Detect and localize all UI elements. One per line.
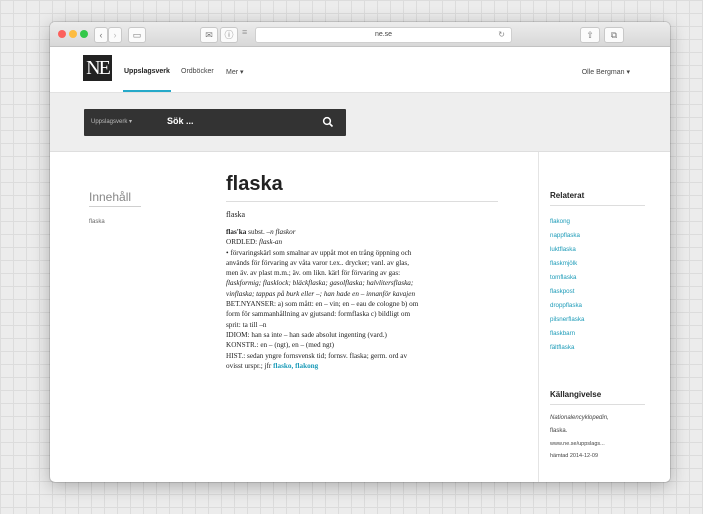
- hist-line: HIST.: sedan yngre fornsvensk tid; forns…: [226, 351, 408, 360]
- user-menu[interactable]: Olle Bergman ▾: [582, 68, 630, 76]
- ne-logo[interactable]: NE: [83, 55, 112, 81]
- info-button[interactable]: ⓘ: [220, 27, 238, 43]
- toc-title: Innehåll: [89, 190, 132, 204]
- definition-line: men äv. av plast m.m.; äv. om likn. kärl…: [226, 269, 401, 278]
- nyanser-line: sprit: ta till –n: [226, 320, 267, 329]
- page-title: flaska: [226, 173, 283, 195]
- search-band: Uppslagsverk ▾ Sök ...: [50, 93, 670, 152]
- nyanser-line: form för sammanhållning av gjutsand: for…: [226, 310, 411, 319]
- nav-ordbocker[interactable]: Ordböcker: [181, 68, 214, 75]
- entry-body: flas'ka subst. –n flaskor ORDLED: flask-…: [226, 227, 502, 371]
- source-line: hämtad 2014-12-09: [550, 453, 599, 459]
- related-item[interactable]: flaskbarn: [550, 327, 584, 341]
- browser-window: ‹ › ▭ ✉ ⓘ ≡ ne.se ↻ ⇧ ⧉ NE Uppslagsverk …: [50, 22, 670, 482]
- tabs-button[interactable]: ⧉: [604, 27, 624, 43]
- close-window-button[interactable]: [58, 30, 66, 38]
- examples-line: vinflaska; tappas på burk eller –; han h…: [226, 289, 416, 298]
- related-item[interactable]: luktflaska: [550, 243, 584, 257]
- nyanser-line: BET.NYANSER: a) som mått: en – vin; en –…: [226, 300, 419, 309]
- entry-forms: n flaskor: [270, 228, 296, 236]
- search-icon[interactable]: [322, 116, 334, 128]
- forward-button[interactable]: ›: [108, 27, 122, 43]
- reload-icon[interactable]: ↻: [498, 28, 505, 42]
- back-button[interactable]: ‹: [94, 27, 108, 43]
- sidebar-icon: ▭: [132, 30, 142, 40]
- source-divider: [550, 404, 645, 405]
- lemma: flaska: [226, 210, 246, 219]
- toc-divider: [89, 206, 141, 207]
- entry-pos: subst. –: [246, 228, 271, 236]
- examples-line: flaskformig; flasklock; bläckflaska; gas…: [226, 279, 414, 288]
- source-line: Nationalencyklopedin,: [550, 415, 609, 421]
- share-icon: ⇧: [586, 30, 594, 40]
- entry-head: flas'ka: [226, 228, 247, 236]
- mail-icon: ✉: [205, 30, 213, 40]
- zoom-window-button[interactable]: [80, 30, 88, 38]
- site-header: NE Uppslagsverk Ordböcker Mer ▾ Olle Ber…: [50, 47, 670, 93]
- related-divider: [550, 205, 645, 206]
- konstr-line: KONSTR.: en – (ngt), en – (med ngt): [226, 341, 334, 350]
- sidebar-toggle-button[interactable]: ▭: [128, 27, 146, 43]
- link-flakong[interactable]: flakong: [295, 362, 318, 370]
- entry-head-line: flas'ka subst. –n flaskor: [226, 227, 502, 237]
- forward-icon: ›: [113, 30, 117, 40]
- related-title: Relaterat: [550, 191, 585, 200]
- definition-line: används för förvaring av våta varor t.ex…: [226, 258, 410, 267]
- right-sidebar: Relaterat flakong nappflaska luktflaska …: [538, 152, 670, 482]
- source-line: www.ne.se/uppslags...: [550, 441, 605, 447]
- mail-button[interactable]: ✉: [200, 27, 218, 43]
- minimize-window-button[interactable]: [69, 30, 77, 38]
- article: flaska flaska flas'ka subst. –n flaskor …: [226, 172, 502, 371]
- related-list: flakong nappflaska luktflaska flaskmjölk…: [550, 215, 584, 355]
- ordled-value: flask-an: [258, 238, 283, 247]
- source-line: flaska.: [550, 428, 568, 434]
- nav-mer[interactable]: Mer ▾: [226, 68, 244, 76]
- toc-item-flaska[interactable]: flaska: [89, 219, 105, 225]
- url-text: ne.se: [374, 31, 393, 38]
- source-title: Källangivelse: [550, 390, 602, 399]
- info-icon: ⓘ: [224, 30, 234, 40]
- related-item[interactable]: flaskpost: [550, 285, 584, 299]
- share-button[interactable]: ⇧: [580, 27, 600, 43]
- ordled-label: ORDLED:: [226, 238, 259, 247]
- related-item[interactable]: flaskmjölk: [550, 257, 584, 271]
- hist-line: ovisst urspr.; jfr flasko, flakong: [226, 361, 502, 371]
- back-icon: ‹: [99, 30, 103, 40]
- link-flasko[interactable]: flasko: [273, 362, 291, 370]
- idiom-line: IDIOM: han sa inte – han sade absolut in…: [226, 330, 387, 339]
- nav-uppslagsverk[interactable]: Uppslagsverk: [124, 68, 170, 75]
- browser-toolbar: ‹ › ▭ ✉ ⓘ ≡ ne.se ↻ ⇧ ⧉: [50, 22, 670, 47]
- reader-icon[interactable]: ≡: [242, 27, 247, 37]
- search-box: Uppslagsverk ▾ Sök ...: [84, 109, 346, 136]
- definition-line: • förvaringskärl som smalnar av uppåt mo…: [226, 248, 412, 257]
- related-item[interactable]: tomflaska: [550, 271, 584, 285]
- title-divider: [226, 201, 498, 202]
- related-item[interactable]: nappflaska: [550, 229, 584, 243]
- related-item[interactable]: flakong: [550, 215, 584, 229]
- search-input[interactable]: Sök ...: [167, 116, 194, 126]
- hist-text: ovisst urspr.; jfr: [226, 361, 274, 370]
- related-item[interactable]: pilsnerflaska: [550, 313, 584, 327]
- search-category-dropdown[interactable]: Uppslagsverk ▾: [91, 118, 132, 125]
- related-item[interactable]: fältflaska: [550, 341, 584, 355]
- active-nav-indicator: [123, 90, 171, 92]
- ordled-line: ORDLED: flask-an: [226, 237, 502, 247]
- related-item[interactable]: droppflaska: [550, 299, 584, 313]
- tabs-icon: ⧉: [610, 30, 618, 40]
- address-bar[interactable]: ne.se ↻: [255, 27, 512, 43]
